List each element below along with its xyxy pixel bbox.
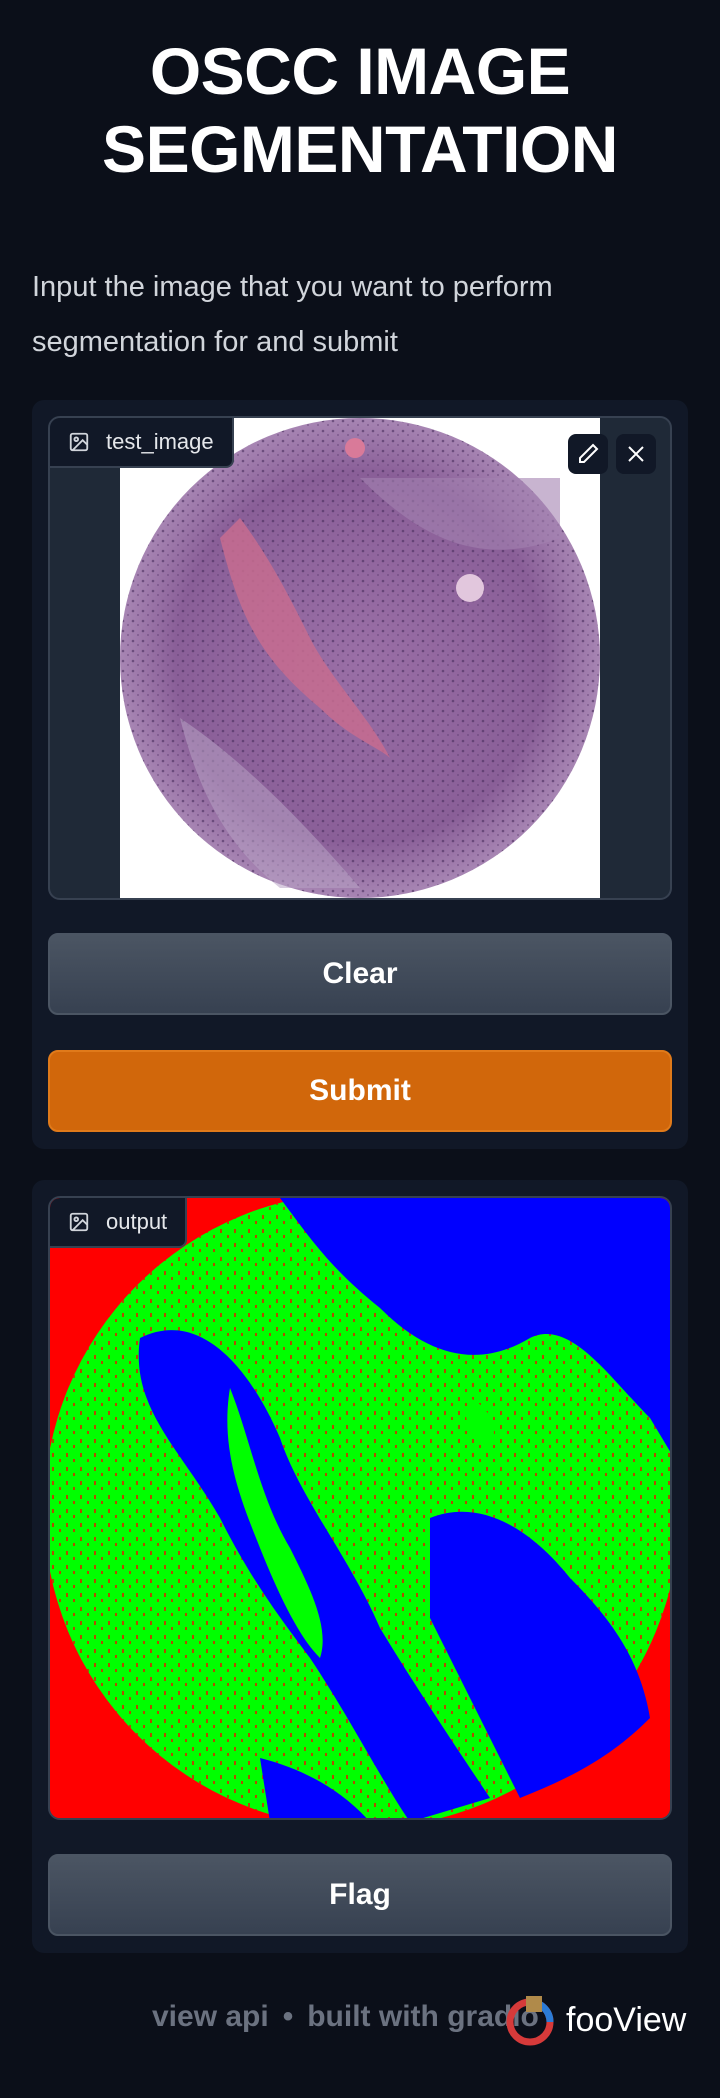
input-image — [120, 418, 600, 898]
image-icon — [69, 1212, 89, 1232]
image-upload-area[interactable]: test_image — [48, 416, 672, 900]
image-icon — [69, 432, 89, 452]
watermark-logo-icon — [506, 1996, 554, 2046]
output-image-area: output — [48, 1196, 672, 1820]
close-icon — [628, 446, 644, 462]
title-line-2: SEGMENTATION — [102, 112, 618, 186]
clear-button[interactable]: Clear — [48, 933, 672, 1015]
page-title: OSCC IMAGE SEGMENTATION — [0, 32, 720, 188]
submit-button[interactable]: Submit — [48, 1050, 672, 1132]
input-image-label: test_image — [50, 418, 234, 468]
output-panel: output Flag — [32, 1180, 688, 1953]
watermark-text: fooView — [566, 2000, 687, 2039]
edit-button[interactable] — [568, 434, 608, 474]
footer: view api • built with gradio fooView — [0, 1990, 720, 2060]
remove-image-button[interactable] — [616, 434, 656, 474]
footer-separator: • — [282, 2000, 294, 2033]
footer-links: view api • built with gradio — [152, 2000, 539, 2034]
output-image-label-text: output — [106, 1209, 168, 1234]
pencil-icon — [579, 443, 599, 463]
view-api-link[interactable]: view api — [152, 2000, 269, 2034]
flag-button[interactable]: Flag — [48, 1854, 672, 1936]
segmentation-mask-image — [50, 1198, 670, 1818]
input-image-label-text: test_image — [106, 429, 214, 454]
histology-image — [120, 418, 600, 898]
page-description: Input the image that you want to perform… — [32, 271, 553, 358]
title-line-1: OSCC IMAGE — [149, 34, 571, 108]
output-image-label: output — [50, 1198, 188, 1248]
watermark: fooView — [500, 1990, 686, 2050]
input-panel: test_image Clear Submit — [32, 400, 688, 1149]
